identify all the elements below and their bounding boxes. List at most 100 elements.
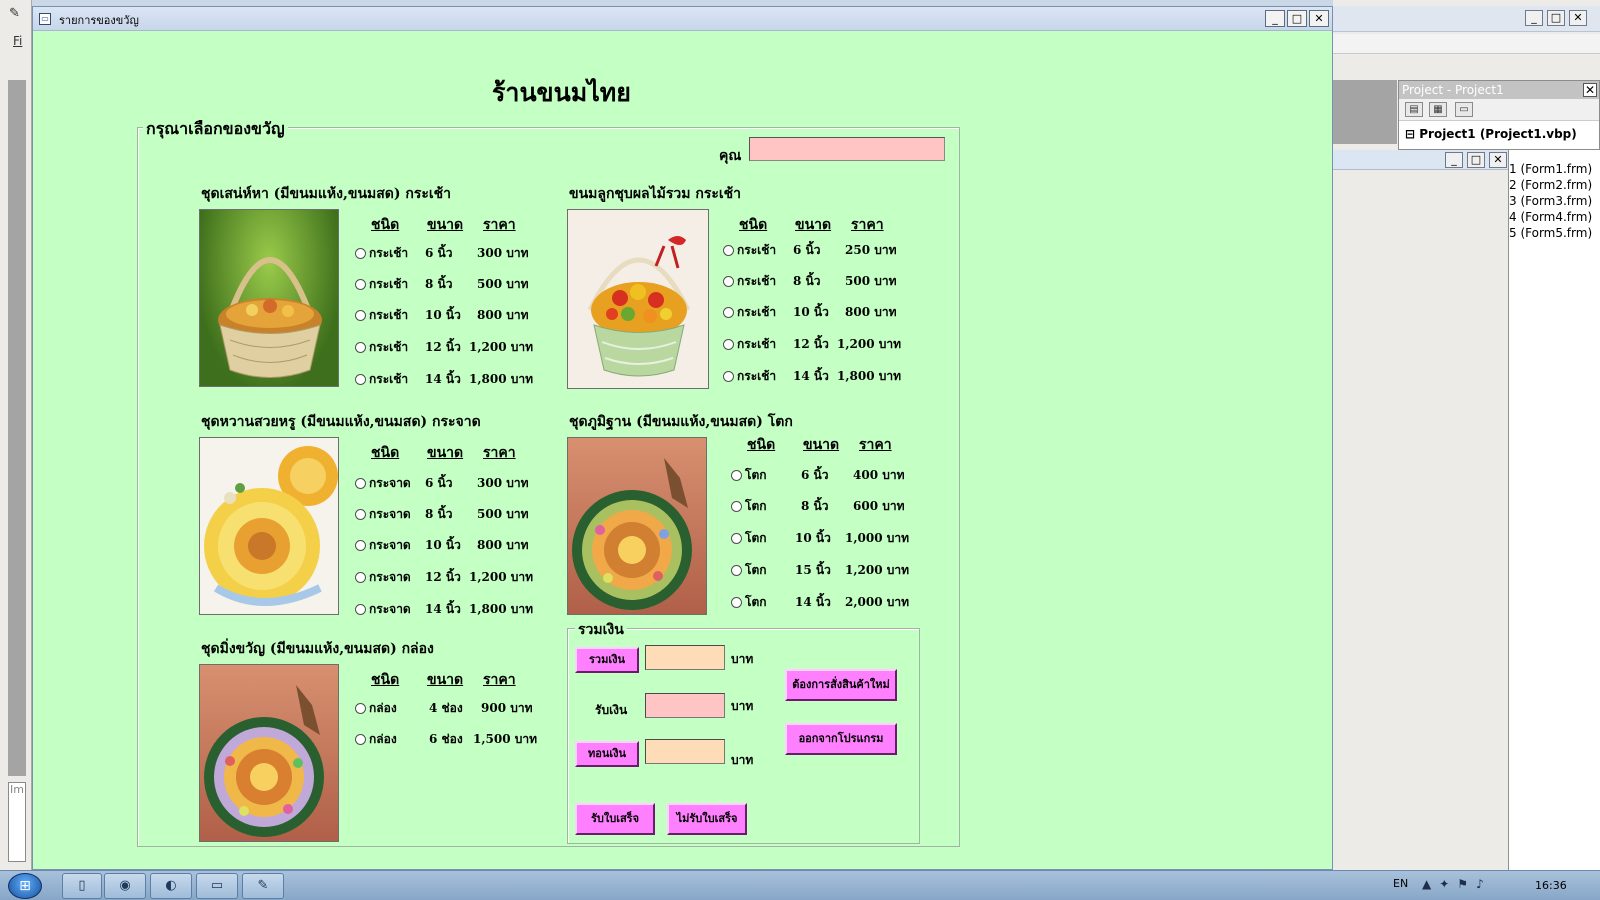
option-row[interactable]: กระเช้า 14 นิ้ว 1,800 บาท [355, 370, 555, 388]
radio-button[interactable] [723, 371, 734, 382]
tray-flag-icon[interactable]: ⚑ [1457, 877, 1476, 891]
radio-button[interactable] [355, 572, 366, 583]
file-menu[interactable]: Fi [13, 34, 22, 48]
option-row[interactable]: โตก 10 นิ้ว 1,000 บาท [731, 529, 931, 547]
ide-subwindow-titlebar: _ □ ✕ [1333, 150, 1508, 170]
start-button[interactable]: ⊞ [8, 873, 42, 899]
radio-button[interactable] [723, 307, 734, 318]
ide-close-button[interactable]: ✕ [1569, 10, 1587, 26]
radio-button[interactable] [355, 248, 366, 259]
radio-button[interactable] [723, 245, 734, 256]
header-price: ราคา [483, 445, 516, 461]
option-row[interactable]: กระเช้า 8 นิ้ว 500 บาท [355, 275, 555, 293]
project-form-item[interactable]: 2 (Form2.frm) [1509, 178, 1592, 192]
ide-left-strip: ✎ Fi Imi [0, 0, 32, 870]
vb-app-icon[interactable]: ✎ [9, 6, 25, 24]
tray-arrow-icon[interactable]: ▲ [1422, 877, 1439, 891]
option-row[interactable]: โตก 6 นิ้ว 400 บาท [731, 466, 931, 484]
radio-button[interactable] [355, 734, 366, 745]
view-object-icon[interactable]: ▦ [1429, 102, 1447, 117]
close-button[interactable]: ✕ [1309, 10, 1329, 27]
radio-button[interactable] [355, 604, 366, 615]
change-field[interactable] [645, 739, 725, 764]
view-code-icon[interactable]: ▤ [1405, 102, 1423, 117]
minimize-button[interactable]: _ [1265, 10, 1285, 27]
show-desktop-icon[interactable]: ▯ [62, 873, 102, 899]
option-row[interactable]: กระเช้า 6 นิ้ว 250 บาท [723, 241, 923, 259]
change-button[interactable]: ทอนเงิน [575, 741, 639, 767]
radio-button[interactable] [355, 310, 366, 321]
toggle-folders-icon[interactable]: ▭ [1455, 102, 1473, 117]
tray-icons[interactable]: ▲✦⚑♪ [1422, 877, 1492, 891]
option-row[interactable]: กระเช้า 6 นิ้ว 300 บาท [355, 244, 555, 262]
project-panel-close-icon[interactable]: ✕ [1583, 83, 1597, 97]
radio-button[interactable] [723, 339, 734, 350]
option-row[interactable]: กล่อง 6 ช่อง 1,500 บาท [355, 730, 565, 748]
option-row[interactable]: กระจาด 12 นิ้ว 1,200 บาท [355, 568, 555, 586]
ide-toolbar [1333, 34, 1600, 54]
option-row[interactable]: กระเช้า 10 นิ้ว 800 บาท [355, 306, 555, 324]
radio-button[interactable] [355, 374, 366, 385]
option-row[interactable]: โตก 14 นิ้ว 2,000 บาท [731, 593, 931, 611]
radio-button[interactable] [355, 509, 366, 520]
project-form-item[interactable]: 5 (Form5.frm) [1509, 226, 1592, 240]
option-row[interactable]: กระจาด 8 นิ้ว 500 บาท [355, 505, 555, 523]
sum-field[interactable] [645, 645, 725, 670]
customer-name-input[interactable] [749, 137, 945, 161]
option-row[interactable]: กระเช้า 14 นิ้ว 1,800 บาท [723, 367, 923, 385]
no-receipt-button[interactable]: ไม่รับใบเสร็จ [667, 803, 747, 835]
volume-icon[interactable]: ♪ [1476, 877, 1492, 891]
radio-button[interactable] [731, 597, 742, 608]
radio-button[interactable] [355, 540, 366, 551]
subwin-maximize-button[interactable]: □ [1467, 152, 1485, 168]
explorer-folder-icon[interactable]: ▭ [196, 873, 238, 899]
option-row[interactable]: กระเช้า 12 นิ้ว 1,200 บาท [355, 338, 555, 356]
media-player-icon[interactable]: ◐ [150, 873, 192, 899]
project-form-item[interactable]: 3 (Form3.frm) [1509, 194, 1592, 208]
subwin-minimize-button[interactable]: _ [1445, 152, 1463, 168]
receipt-button[interactable]: รับใบเสร็จ [575, 803, 655, 835]
option-row[interactable]: โตก 15 นิ้ว 1,200 บาท [731, 561, 931, 579]
maximize-button[interactable]: □ [1287, 10, 1307, 27]
option-row[interactable]: กระจาด 14 นิ้ว 1,800 บาท [355, 600, 555, 618]
radio-button[interactable] [355, 703, 366, 714]
subwin-close-button[interactable]: ✕ [1489, 152, 1507, 168]
header-price: ราคา [851, 217, 884, 233]
vb-ide-icon[interactable]: ✎ [242, 873, 284, 899]
radio-button[interactable] [731, 501, 742, 512]
tray-dessert-illustration [204, 446, 338, 606]
ide-minimize-button[interactable]: _ [1525, 10, 1543, 26]
radio-button[interactable] [355, 342, 366, 353]
option-row[interactable]: กระเช้า 8 นิ้ว 500 บาท [723, 272, 923, 290]
sum-button[interactable]: รวมเงิน [575, 647, 639, 673]
project-root-node[interactable]: ⊟ Project1 (Project1.vbp) [1405, 127, 1577, 141]
project-form-item[interactable]: 1 (Form1.frm) [1509, 162, 1592, 176]
tray-network-icon[interactable]: ✦ [1439, 877, 1457, 891]
clock[interactable]: 16:36 [1535, 879, 1567, 892]
chrome-icon[interactable]: ◉ [104, 873, 146, 899]
header-type: ชนิด [371, 217, 400, 233]
radio-button[interactable] [731, 533, 742, 544]
option-row[interactable]: กล่อง 4 ช่อง 900 บาท [355, 699, 565, 717]
project-form-item[interactable]: 4 (Form4.frm) [1509, 210, 1592, 224]
option-row[interactable]: โตก 8 นิ้ว 600 บาท [731, 497, 931, 515]
received-input[interactable] [645, 693, 725, 718]
project-tree-area [1508, 150, 1600, 870]
radio-button[interactable] [731, 565, 742, 576]
option-row[interactable]: กระเช้า 12 นิ้ว 1,200 บาท [723, 335, 923, 353]
radio-button[interactable] [731, 470, 742, 481]
option-row[interactable]: กระจาด 6 นิ้ว 300 บาท [355, 474, 555, 492]
radio-button[interactable] [355, 279, 366, 290]
immediate-window[interactable]: Imi [8, 782, 27, 862]
radio-button[interactable] [355, 478, 366, 489]
radio-button[interactable] [723, 276, 734, 287]
language-indicator[interactable]: EN [1393, 877, 1408, 890]
exit-button[interactable]: ออกจากโปรแกรม [785, 723, 897, 755]
option-row[interactable]: กระจาด 10 นิ้ว 800 บาท [355, 536, 555, 554]
option-row[interactable]: กระเช้า 10 นิ้ว 800 บาท [723, 303, 923, 321]
header-size: ขนาด [795, 217, 832, 233]
header-price: ราคา [859, 437, 892, 453]
ide-right-area: _ □ ✕ _ □ ✕ Project - Project1 ✕ ▤ ▦ ▭ ⊟… [1333, 0, 1600, 870]
new-order-button[interactable]: ต้องการสั่งสินค้าใหม่ [785, 669, 897, 701]
ide-maximize-button[interactable]: □ [1547, 10, 1565, 26]
